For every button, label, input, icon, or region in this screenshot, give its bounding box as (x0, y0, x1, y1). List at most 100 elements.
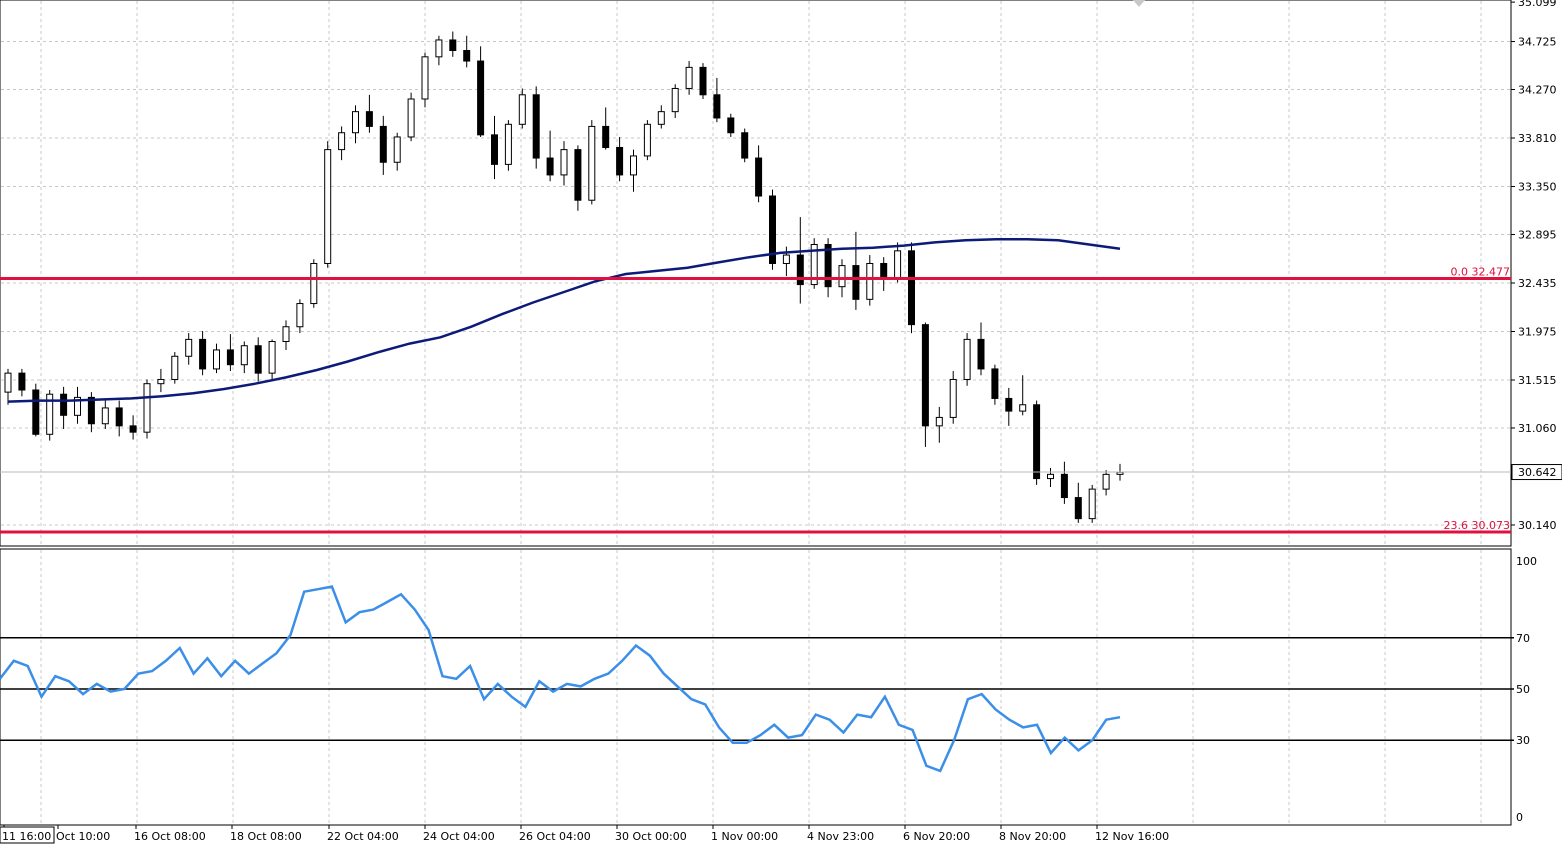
candle-body (685, 66, 693, 89)
candle-body (574, 149, 582, 201)
time-tick-label: 22 Oct 04:00 (327, 830, 399, 843)
candle (657, 105, 665, 129)
candle (213, 343, 220, 374)
candle (1088, 484, 1096, 523)
candle-body (657, 111, 665, 125)
candle-body (352, 111, 359, 134)
candle-body (296, 303, 304, 328)
candle (491, 115, 498, 180)
candle (852, 231, 860, 310)
candle (477, 46, 485, 137)
candle-body (143, 383, 151, 433)
candle-body (379, 125, 387, 163)
candle-body (1033, 404, 1041, 480)
candle (199, 330, 207, 376)
time-tick-label: 18 Oct 08:00 (230, 830, 302, 843)
price-panel (0, 0, 1512, 547)
candle-body (213, 349, 220, 370)
candle (407, 92, 415, 142)
shift-marker-icon[interactable] (1133, 0, 1145, 7)
candle-body (838, 265, 846, 288)
candle (129, 415, 137, 440)
candle-body (1074, 497, 1082, 520)
oscillator-tick-label: 50 (1516, 683, 1530, 696)
candle (282, 320, 290, 350)
candle-body (643, 123, 651, 157)
candle-body (949, 378, 957, 418)
candle-body (393, 136, 401, 163)
candle-body (435, 39, 443, 58)
oscillator-levels (0, 637, 1530, 741)
candle (935, 406, 943, 443)
candle-body (880, 262, 888, 279)
candle (393, 132, 401, 171)
oscillator-series (0, 585, 1121, 773)
candle (18, 368, 26, 397)
time-tick-label: 12 Nov 16:00 (1095, 830, 1169, 843)
candle-body (282, 326, 290, 343)
candle (60, 386, 68, 430)
candle (769, 189, 776, 270)
price-axis: 35.099 34.725 34.270 33.810 33.350 32.895 32.4… (1511, 0, 1557, 532)
candle-body (560, 149, 568, 176)
candle (630, 149, 637, 192)
candle-body (796, 254, 804, 286)
candle-body (18, 372, 26, 391)
time-tick-label: 26 Oct 04:00 (519, 830, 591, 843)
time-tick-label: 11 16:00 (2, 830, 51, 843)
candle (643, 120, 651, 161)
candle (171, 352, 179, 384)
candle-body (588, 125, 596, 201)
candle-body (991, 368, 999, 399)
time-tick-label: Oct 10:00 (56, 830, 110, 843)
candle-body (894, 250, 902, 279)
candle-body (921, 324, 929, 427)
fibonacci-level-label: 23.6 30.073 (1444, 519, 1510, 532)
oscillator-tick-label: 0 (1516, 811, 1523, 824)
candle-body (713, 94, 721, 119)
time-tick-label: 16 Oct 08:00 (134, 830, 206, 843)
candle (449, 31, 457, 57)
candle (1047, 468, 1054, 488)
time-tick-label: 6 Nov 20:00 (903, 830, 970, 843)
candle-body (477, 60, 485, 136)
fibonacci-level-label: 0.0 32.477 (1451, 266, 1510, 279)
candle (671, 84, 679, 118)
candle-body (240, 345, 248, 366)
candle-body (630, 155, 637, 176)
candle (463, 35, 471, 68)
time-tick-label: 24 Oct 04:00 (423, 830, 495, 843)
candle-body (1102, 473, 1110, 490)
price-tick-label: 32.895 (1518, 228, 1557, 241)
candle (185, 333, 193, 365)
candle (421, 52, 429, 108)
candle-body (421, 56, 429, 100)
candle (713, 77, 721, 123)
time-tick-label: 1 Nov 00:00 (711, 830, 778, 843)
candle-body (727, 117, 735, 134)
candle (435, 35, 443, 66)
candle-body (324, 149, 332, 264)
candle (87, 392, 95, 433)
candle (46, 390, 54, 441)
candle (324, 141, 332, 268)
candle-body (449, 39, 457, 52)
candle-body (4, 372, 12, 393)
candle (908, 242, 915, 334)
candle (268, 339, 276, 380)
candle-body (60, 393, 68, 416)
oscillator-panel (0, 548, 1512, 826)
candle-body (87, 396, 95, 425)
candle-body (365, 111, 373, 127)
candle (157, 368, 165, 393)
candle (1005, 387, 1013, 426)
candle-body (185, 338, 193, 357)
candle-body (268, 341, 276, 374)
candle-body (199, 338, 207, 370)
candle-body (755, 157, 763, 197)
candle-body (1116, 471, 1124, 475)
candle (1060, 461, 1068, 504)
candle-body (115, 407, 123, 427)
candle (532, 86, 540, 169)
candle (991, 364, 999, 405)
